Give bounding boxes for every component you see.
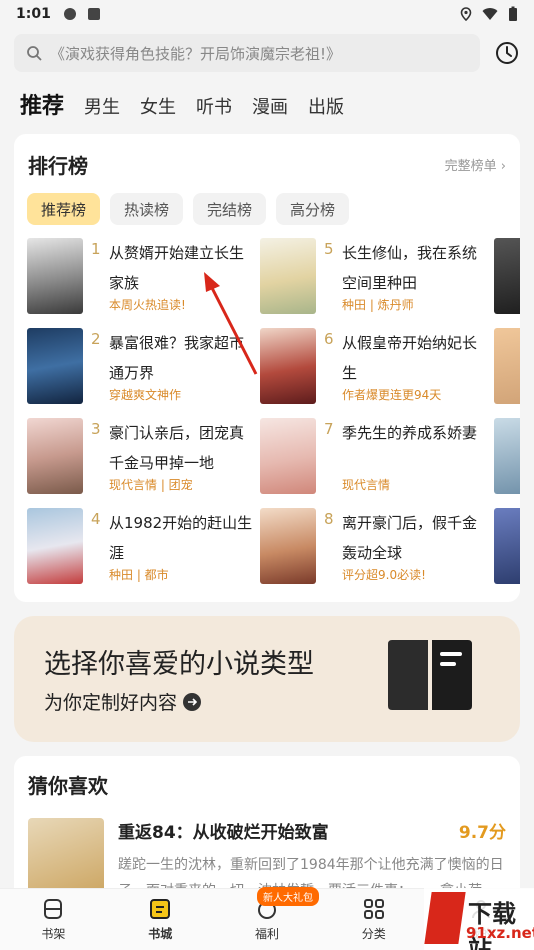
book-cover — [260, 508, 316, 584]
chip-top-rated[interactable]: 高分榜 — [276, 193, 350, 225]
rank-number: 2 — [91, 330, 101, 348]
chip-finished[interactable]: 完结榜 — [193, 193, 267, 225]
location-icon — [460, 7, 472, 21]
history-clock-icon[interactable] — [494, 40, 520, 66]
chip-hot[interactable]: 热读榜 — [110, 193, 184, 225]
book-cover — [27, 238, 83, 314]
tab-comics[interactable]: 漫画 — [252, 93, 288, 119]
rank-number: 4 — [91, 510, 101, 528]
watermark-url: 91xz.net — [466, 924, 534, 942]
bookstore-icon — [150, 899, 171, 919]
tab-male[interactable]: 男生 — [84, 93, 120, 119]
search-input[interactable]: 《演戏获得角色技能？开局饰演魔宗老祖!》 — [14, 34, 480, 72]
nav-bookstore[interactable]: 书城 — [107, 889, 214, 950]
nav-label: 书城 — [148, 927, 173, 941]
banner-title: 选择你喜爱的小说类型 — [44, 649, 314, 680]
annotation-arrow — [204, 272, 258, 375]
ranking-book-6[interactable]: 6 从假皇帝开始纳妃长生 作者爆更连更94天 — [260, 328, 490, 408]
chip-recommend[interactable]: 推荐榜 — [27, 193, 101, 225]
status-time: 1:01 — [16, 6, 51, 22]
book-cover-partial[interactable] — [494, 418, 520, 494]
book-cover — [260, 238, 316, 314]
ranking-book-5[interactable]: 5 长生修仙，我在系统空间里种田 种田 | 炼丹师 — [260, 238, 490, 318]
app-notification-icon — [87, 8, 100, 20]
rank-number: 6 — [324, 330, 334, 348]
book-cover — [27, 328, 83, 404]
chevron-right-icon: › — [500, 159, 506, 174]
channel-tabs: 推荐 男生 女生 听书 漫画 出版 — [0, 72, 534, 128]
search-icon — [27, 46, 42, 61]
book-title: 离开豪门后，假千金轰动全球 — [342, 514, 478, 562]
watermark-logo — [424, 892, 466, 944]
book-title: 从假皇帝开始纳妃长生 — [342, 334, 478, 382]
arrow-right-circle-icon — [183, 692, 202, 711]
tab-audio[interactable]: 听书 — [196, 93, 232, 119]
bookshelf-icon — [44, 899, 63, 919]
nav-category[interactable]: 分类 — [320, 889, 427, 950]
full-ranking-link[interactable]: 完整榜单 › — [445, 155, 506, 174]
ranking-book-4[interactable]: 4 从1982开始的赶山生涯 种田 | 都市 — [27, 508, 257, 588]
book-cover-partial[interactable] — [494, 328, 520, 404]
rank-number: 3 — [91, 420, 101, 438]
new-user-badge: 新人大礼包 — [256, 887, 319, 906]
book-score: 9.7分 — [458, 823, 506, 843]
rank-number: 5 — [324, 240, 334, 258]
rank-number: 7 — [324, 420, 334, 438]
ranking-book-8[interactable]: 8 离开豪门后，假千金轰动全球 评分超9.0必读! — [260, 508, 490, 588]
book-tag: 作者爆更连更94天 — [342, 388, 442, 402]
ranking-book-3[interactable]: 3 豪门认亲后，团宠真千金马甲掉一地 现代言情 | 团宠 — [27, 418, 257, 498]
ranking-book-7[interactable]: 7 季先生的养成系娇妻 现代言情 — [260, 418, 490, 498]
status-bar: 1:01 — [0, 0, 534, 28]
book-tag: 现代言情 | 团宠 — [109, 478, 193, 492]
book-title: 豪门认亲后，团宠真千金马甲掉一地 — [109, 424, 245, 472]
genre-banner[interactable]: 选择你喜爱的小说类型 为你定制好内容 — [14, 616, 520, 742]
guess-title: 猜你喜欢 — [28, 774, 108, 798]
nav-label: 福利 — [254, 927, 279, 941]
book-tag: 本周火热追读! — [109, 298, 186, 312]
book-cover — [27, 418, 83, 494]
tab-female[interactable]: 女生 — [140, 93, 176, 119]
book-tag: 种田 | 炼丹师 — [342, 298, 414, 312]
book-title: 长生修仙，我在系统空间里种田 — [342, 244, 478, 292]
book-cover-partial[interactable] — [494, 508, 520, 584]
book-title[interactable]: 重返84：从收破烂开始致富 — [118, 818, 329, 843]
rank-number: 8 — [324, 510, 334, 528]
book-cover — [27, 508, 83, 584]
book-tag: 种田 | 都市 — [109, 568, 169, 582]
wifi-icon — [482, 8, 498, 20]
open-book-icon — [388, 640, 472, 710]
battery-icon — [509, 6, 517, 21]
globe-icon — [63, 8, 76, 20]
book-tag: 现代言情 — [342, 478, 391, 492]
nav-label: 书架 — [41, 927, 66, 941]
book-tag: 评分超9.0必读! — [342, 568, 426, 582]
book-cover — [260, 328, 316, 404]
rank-number: 1 — [91, 240, 101, 258]
nav-welfare[interactable]: 新人大礼包 福利 — [214, 887, 321, 950]
nav-label: 分类 — [361, 927, 386, 941]
book-cover — [260, 418, 316, 494]
full-ranking-label: 完整榜单 — [444, 159, 497, 174]
book-cover-partial[interactable] — [494, 238, 520, 314]
site-watermark: 下载站 91xz.net — [424, 888, 534, 950]
tab-recommend[interactable]: 推荐 — [20, 88, 64, 120]
book-title: 季先生的养成系娇妻 — [342, 424, 478, 442]
banner-subtitle: 为你定制好内容 — [44, 688, 202, 715]
nav-bookshelf[interactable]: 书架 — [0, 889, 107, 950]
banner-subtitle-text: 为你定制好内容 — [44, 692, 178, 714]
category-icon — [363, 899, 384, 919]
search-placeholder: 《演戏获得角色技能？开局饰演魔宗老祖!》 — [50, 44, 342, 63]
ranking-card: 排行榜 完整榜单 › 推荐榜 热读榜 完结榜 高分榜 1 从赘婿开始建立长生家族… — [14, 134, 520, 602]
tab-publish[interactable]: 出版 — [308, 93, 344, 119]
book-tag: 穿越爽文神作 — [109, 388, 182, 402]
ranking-title: 排行榜 — [28, 154, 88, 178]
book-title: 从1982开始的赶山生涯 — [109, 514, 253, 562]
